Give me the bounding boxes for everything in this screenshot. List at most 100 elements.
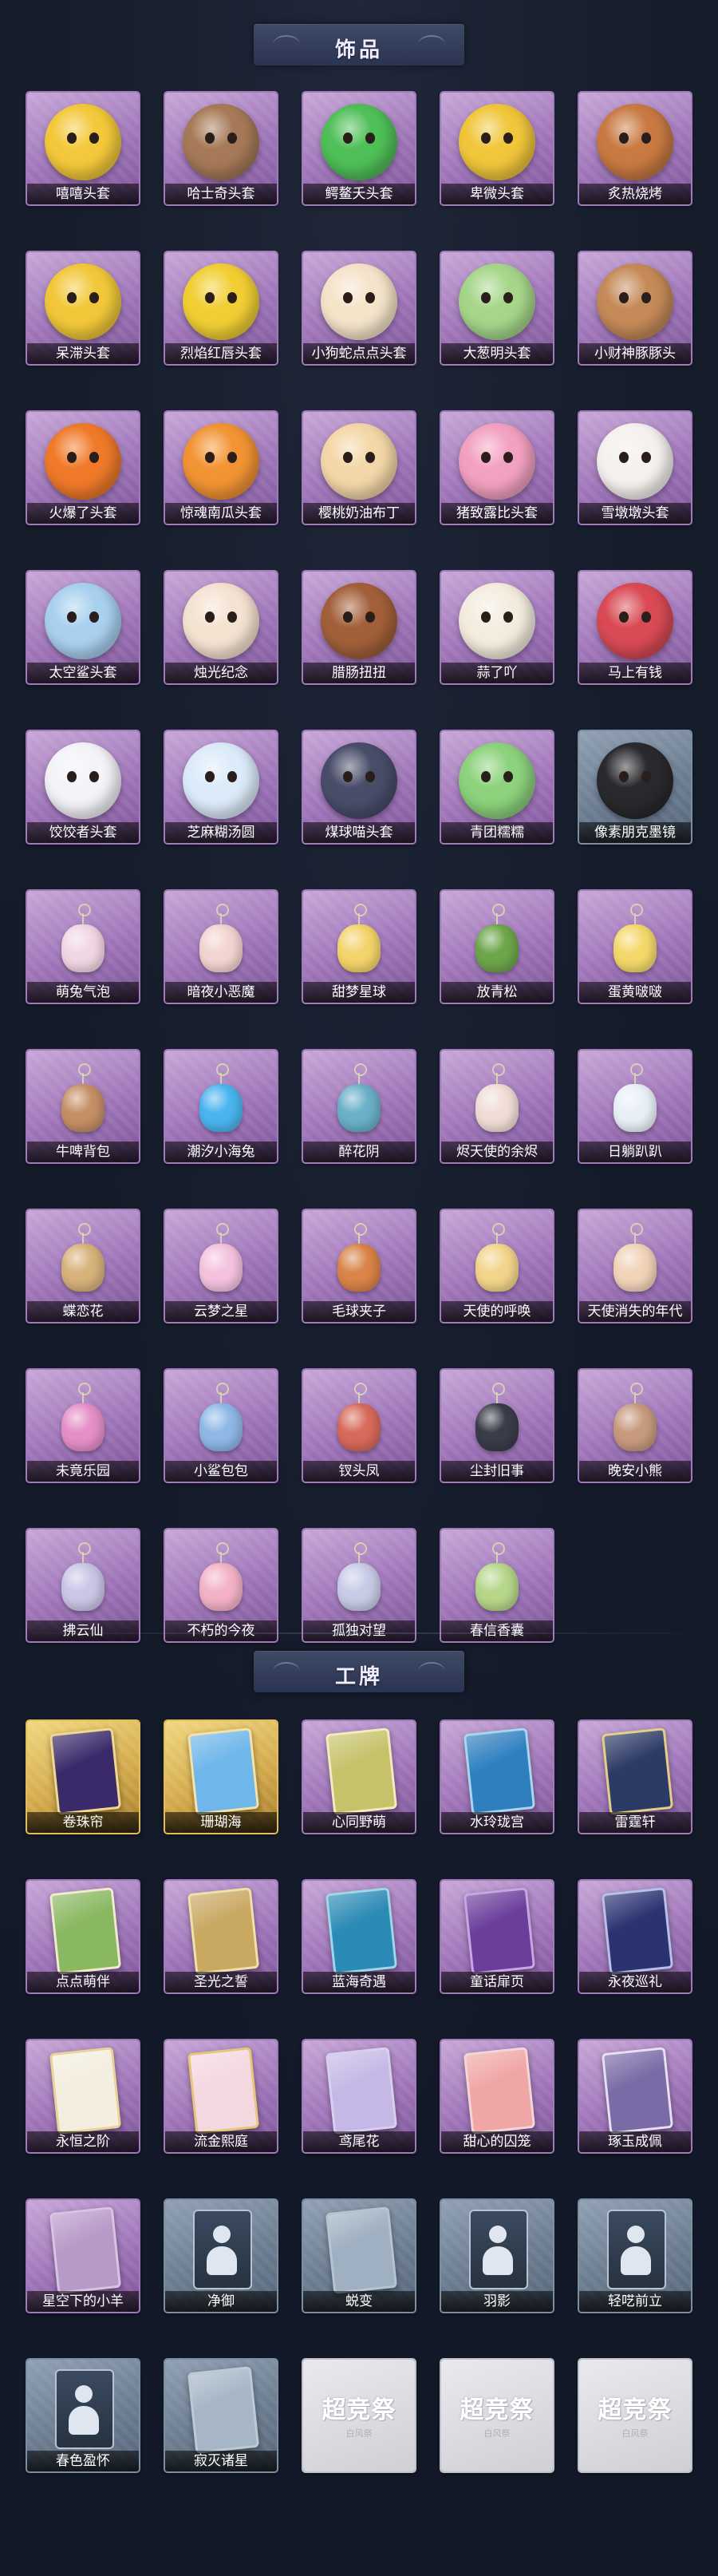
badge-card[interactable]: 鸢尾花: [303, 2040, 415, 2152]
charm-body: [199, 1563, 243, 1611]
accessory-card[interactable]: 嘻嘻头套: [27, 93, 139, 204]
logo-text: 超竞祭: [322, 2396, 396, 2424]
section-title: 饰品: [334, 38, 383, 62]
charm-chain: [220, 913, 222, 924]
badge-card[interactable]: 羽影: [441, 2200, 553, 2312]
mask-icon: [597, 583, 673, 659]
badge-frame-icon: [325, 1727, 398, 1815]
badge-card[interactable]: 永恒之阶: [27, 2040, 139, 2152]
item-name: 童话扉页: [441, 1972, 553, 1992]
item-name: 蝶恋花: [27, 1301, 139, 1322]
charm-icon: [193, 1383, 249, 1454]
accessory-card[interactable]: 潮汐小海兔: [165, 1051, 277, 1162]
badge-card[interactable]: 超竞祭 白风祭: [303, 2360, 415, 2471]
accessory-card[interactable]: 日躺趴趴: [579, 1051, 691, 1162]
accessory-card[interactable]: 暗夜小恶魔: [165, 891, 277, 1003]
silhouette-icon: [607, 2210, 666, 2289]
accessory-card[interactable]: 牛啤背包: [27, 1051, 139, 1162]
accessory-card[interactable]: 猪致露比头套: [441, 412, 553, 524]
mask-icon: [459, 742, 535, 819]
charm-body: [61, 1403, 105, 1451]
charm-chain: [358, 1233, 360, 1244]
badge-card[interactable]: 水玲珑宫: [441, 1721, 553, 1833]
badge-card[interactable]: 超竞祭 白风祭: [579, 2360, 691, 2471]
accessory-card[interactable]: 春信香囊: [441, 1529, 553, 1641]
section-header-badges: 工牌: [0, 1651, 718, 1702]
mask-icon: [321, 742, 397, 819]
badge-card[interactable]: 净御: [165, 2200, 277, 2312]
accessory-card[interactable]: 晚安小熊: [579, 1370, 691, 1482]
badge-card[interactable]: 点点萌伴: [27, 1881, 139, 1992]
accessory-card[interactable]: 拂云仙: [27, 1529, 139, 1641]
accessory-card[interactable]: 烬天使的余烬: [441, 1051, 553, 1162]
badge-card[interactable]: 永夜巡礼: [579, 1881, 691, 1992]
badge-card[interactable]: 流金熙庭: [165, 2040, 277, 2152]
accessory-card[interactable]: 大葱明头套: [441, 252, 553, 364]
accessory-card[interactable]: 小鲨包包: [165, 1370, 277, 1482]
accessory-card[interactable]: 小财神豚豚头: [579, 252, 691, 364]
accessory-card[interactable]: 煤球喵头套: [303, 731, 415, 843]
accessory-card[interactable]: 蒜了吖: [441, 572, 553, 683]
charm-body: [337, 924, 381, 972]
badge-card[interactable]: 轻呓前立: [579, 2200, 691, 2312]
accessory-card[interactable]: 哈士奇头套: [165, 93, 277, 204]
accessory-card[interactable]: 马上有钱: [579, 572, 691, 683]
accessory-card[interactable]: 雪墩墩头套: [579, 412, 691, 524]
accessory-card[interactable]: 天使的呼唤: [441, 1210, 553, 1322]
accessory-card[interactable]: 甜梦星球: [303, 891, 415, 1003]
badge-card[interactable]: 甜心的囚笼: [441, 2040, 553, 2152]
accessory-card[interactable]: 饺饺者头套: [27, 731, 139, 843]
accessory-card[interactable]: 炙热烧烤: [579, 93, 691, 204]
badge-card[interactable]: 琢玉成佩: [579, 2040, 691, 2152]
badge-card[interactable]: 珊瑚海: [165, 1721, 277, 1833]
badge-card[interactable]: 圣光之誓: [165, 1881, 277, 1992]
charm-icon: [331, 1542, 387, 1614]
accessory-card[interactable]: 毛球夹子: [303, 1210, 415, 1322]
logo-subtext: 白风祭: [345, 2429, 373, 2439]
charm-chain: [634, 1392, 636, 1403]
accessory-card[interactable]: 萌兔气泡: [27, 891, 139, 1003]
badge-card[interactable]: 超竞祭 白风祭: [441, 2360, 553, 2471]
accessory-card[interactable]: 呆滞头套: [27, 252, 139, 364]
accessory-card[interactable]: 尘封旧事: [441, 1370, 553, 1482]
badge-card[interactable]: 心同野萌: [303, 1721, 415, 1833]
accessory-card[interactable]: 芝麻糊汤圆: [165, 731, 277, 843]
accessory-card[interactable]: 像素朋克墨镜: [579, 731, 691, 843]
accessory-card[interactable]: 放青松: [441, 891, 553, 1003]
badge-card[interactable]: 春色盈怀: [27, 2360, 139, 2471]
badge-card[interactable]: 蜕变: [303, 2200, 415, 2312]
badge-frame-icon: [601, 1727, 674, 1815]
accessory-card[interactable]: 太空鲨头套: [27, 572, 139, 683]
accessory-card[interactable]: 樱桃奶油布丁: [303, 412, 415, 524]
accessory-card[interactable]: 烛光纪念: [165, 572, 277, 683]
accessory-card[interactable]: 钗头凤: [303, 1370, 415, 1482]
accessory-card[interactable]: 孤独对望: [303, 1529, 415, 1641]
badge-card[interactable]: 寂灭诸星: [165, 2360, 277, 2471]
item-name: 心同野萌: [303, 1812, 415, 1833]
badge-card[interactable]: 蓝海奇遇: [303, 1881, 415, 1992]
badge-card[interactable]: 雷霆轩: [579, 1721, 691, 1833]
accessory-card[interactable]: 天使消失的年代: [579, 1210, 691, 1322]
item-name: 暗夜小恶魔: [165, 982, 277, 1003]
accessory-card[interactable]: 火爆了头套: [27, 412, 139, 524]
accessory-card[interactable]: 烈焰红唇头套: [165, 252, 277, 364]
accessory-card[interactable]: 鳄鳌夭头套: [303, 93, 415, 204]
accessory-card[interactable]: 小狗蛇点点头套: [303, 252, 415, 364]
badge-frame-icon: [187, 2047, 260, 2135]
accessory-card[interactable]: 卑微头套: [441, 93, 553, 204]
accessory-card[interactable]: 青团糯糯: [441, 731, 553, 843]
accessory-card[interactable]: 腊肠扭扭: [303, 572, 415, 683]
accessory-card[interactable]: 蝶恋花: [27, 1210, 139, 1322]
accessory-card[interactable]: 未竟乐园: [27, 1370, 139, 1482]
item-name: 羽影: [441, 2291, 553, 2312]
badge-card[interactable]: 星空下的小羊: [27, 2200, 139, 2312]
accessory-card[interactable]: 惊魂南瓜头套: [165, 412, 277, 524]
badge-card[interactable]: 卷珠帘: [27, 1721, 139, 1833]
accessory-card[interactable]: 不朽的今夜: [165, 1529, 277, 1641]
accessory-card[interactable]: 蛋黄啵啵: [579, 891, 691, 1003]
badge-frame-icon: [325, 2047, 398, 2135]
badge-card[interactable]: 童话扉页: [441, 1881, 553, 1992]
accessory-card[interactable]: 醉花阴: [303, 1051, 415, 1162]
charm-ring: [216, 904, 229, 916]
accessory-card[interactable]: 云梦之星: [165, 1210, 277, 1322]
